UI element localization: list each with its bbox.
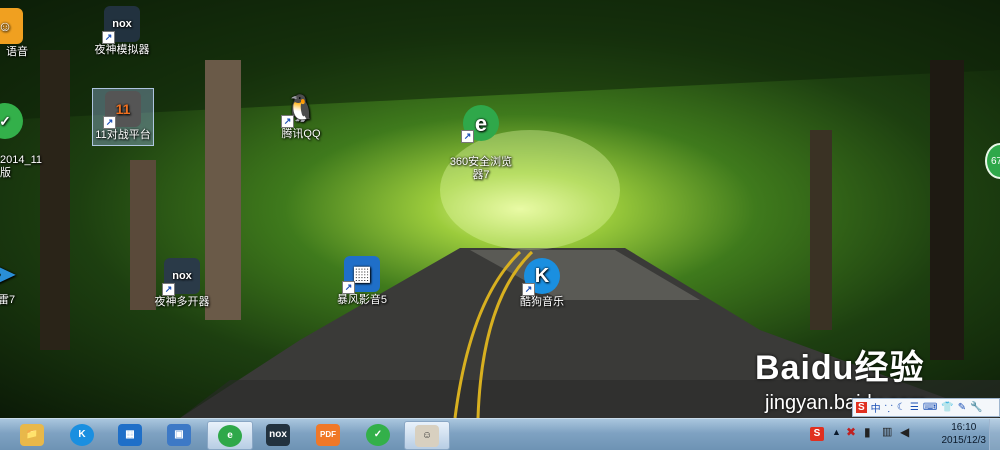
desktop-icon-yuyin[interactable]: ☺ 语音: [0, 8, 40, 59]
network-warning-icon[interactable]: ✖: [846, 425, 856, 439]
nox-icon: nox: [266, 423, 290, 446]
shortcut-arrow-icon: ↗: [162, 283, 175, 296]
yuyin-app-icon: ☺: [0, 8, 23, 44]
green-check-icon: ✓: [366, 423, 390, 446]
desktop-icon-11-platform[interactable]: 11 ↗ 11对战平台: [92, 88, 154, 146]
taskbar-360browser-button[interactable]: e: [207, 421, 253, 450]
baofeng-player-icon: ▦ ↗: [342, 256, 380, 294]
shortcut-arrow-icon: ↗: [281, 115, 294, 128]
desktop-icon-label: 腾讯QQ: [281, 128, 321, 140]
taskbar-nox-button[interactable]: nox: [256, 421, 300, 448]
sogou-tray-icon[interactable]: S: [810, 427, 824, 441]
taskbar: 📁 K ▦ ▣ e nox PDF ✓ ☺ S ▲ ✖ ▮ ▥ ◀ 16:10 …: [0, 418, 1000, 450]
xunlei-bird-icon: ➤: [0, 258, 16, 289]
desktop-icon-label: 夜神多开器: [154, 296, 210, 308]
shortcut-arrow-icon: ↗: [522, 283, 535, 296]
clock-time: 16:10: [951, 422, 977, 433]
usb-device-icon[interactable]: ▮: [864, 425, 871, 439]
clock-date: 2015/12/3: [941, 435, 987, 446]
desktop-icon-label: 语音: [6, 46, 28, 58]
baidu-jingyan-watermark: Baidu经验 jingyan.baidu.com: [755, 340, 926, 414]
desktop-icon-kugou[interactable]: K ↗ 酷狗音乐: [507, 258, 577, 309]
taskbar-explorer-button[interactable]: 📁: [10, 421, 54, 448]
folder-icon: 📁: [20, 423, 44, 446]
shortcut-arrow-icon: ↗: [461, 130, 474, 143]
shortcut-arrow-icon: ↗: [102, 31, 115, 44]
ime-punct-icon[interactable]: ⸪: [885, 401, 893, 415]
show-hidden-icons-icon[interactable]: ▲: [832, 427, 841, 437]
taskbar-baofeng-button[interactable]: ▦: [108, 421, 152, 448]
desktop-icon-baofeng[interactable]: ▦ ↗ 暴风影音5: [327, 256, 397, 307]
system-tray: S ▲ ✖ ▮ ▥ ◀ 16:10 2015/12/3: [790, 419, 1000, 450]
taskbar-kugou-button[interactable]: K: [60, 421, 104, 448]
ime-keyboard-icon[interactable]: ⌨: [923, 402, 937, 413]
taskbar-photo-button[interactable]: ☺: [404, 421, 450, 450]
volume-icon[interactable]: ◀: [900, 425, 909, 439]
desktop-icon-nox-emulator[interactable]: nox ↗ 夜神模拟器: [87, 6, 157, 57]
desktop-icon-360-browser[interactable]: e ↗ 360安全浏览 器7: [446, 92, 516, 195]
desktop-icon-label: 雷7: [0, 294, 16, 306]
ime-skin-icon[interactable]: 👕: [941, 402, 953, 413]
sogou-ime-icon[interactable]: S: [856, 402, 867, 413]
image-tool-icon: ▣: [167, 423, 191, 446]
speed-ball-value: 67: [991, 155, 1000, 167]
qq-penguin-icon: 🐧 ↗: [281, 90, 319, 128]
11-platform-icon: 11 ↗: [103, 91, 141, 129]
desktop-icon-label: 夜神模拟器: [94, 44, 150, 56]
desktop-wallpaper: ☺ 语音 nox ↗ 夜神模拟器 ✓ 2014_11 版 11 ↗ 11对战平台 🐧…: [0, 0, 1000, 418]
desktop-icon-nox-multi[interactable]: nox ↗ 夜神多开器: [147, 258, 217, 309]
shortcut-arrow-icon: ↗: [103, 116, 116, 129]
ime-settings-icon[interactable]: 🔧: [970, 402, 982, 413]
ime-toolbar[interactable]: S 中 ⸪ ☾ ☰ ⌨ 👕 ✎ 🔧: [852, 398, 1000, 417]
baofeng-icon: ▦: [118, 423, 142, 446]
ime-menu-icon[interactable]: ☰: [910, 402, 919, 413]
ime-mode-icon[interactable]: 中: [871, 400, 881, 415]
ime-halfwidth-icon[interactable]: ☾: [897, 402, 906, 413]
green-check-app-icon: ✓: [0, 103, 23, 139]
ime-edit-icon[interactable]: ✎: [958, 402, 966, 413]
desktop-icon-label: 360安全浏览 器7: [449, 156, 513, 181]
desktop-icon-2014-edition[interactable]: ✓ 2014_11 版: [0, 90, 43, 193]
show-desktop-button[interactable]: [989, 419, 1000, 450]
kugou-icon: K: [70, 423, 94, 446]
photo-viewer-icon: ☺: [415, 424, 439, 447]
nox-multi-icon: nox ↗: [162, 258, 200, 296]
taskbar-clock[interactable]: 16:10 2015/12/3: [942, 421, 987, 447]
kugou-music-icon: K ↗: [522, 258, 560, 296]
360-browser-icon: e: [218, 424, 242, 447]
pdf-icon: PDF: [316, 423, 340, 446]
watermark-logo: Baidu经验: [755, 349, 925, 387]
desktop-icon-label: 暴风影音5: [336, 294, 388, 306]
network-icon[interactable]: ▥: [882, 425, 892, 438]
taskbar-pdf-button[interactable]: PDF: [306, 421, 350, 448]
taskbar-imagetool-button[interactable]: ▣: [157, 421, 201, 448]
desktop-icon-label: 11对战平台: [95, 129, 151, 141]
shortcut-arrow-icon: ↗: [342, 281, 355, 294]
taskbar-green-app-button[interactable]: ✓: [356, 421, 400, 448]
nox-emulator-icon: nox ↗: [102, 6, 140, 44]
desktop-icon-label: 酷狗音乐: [520, 296, 564, 308]
desktop-icon-lei7[interactable]: ➤ 雷7: [0, 256, 40, 307]
desktop-icon-label: 2014_11 版: [0, 154, 43, 179]
desktop-icon-tencent-qq[interactable]: 🐧 ↗ 腾讯QQ: [266, 90, 336, 141]
360-browser-icon: e ↗: [461, 105, 499, 143]
